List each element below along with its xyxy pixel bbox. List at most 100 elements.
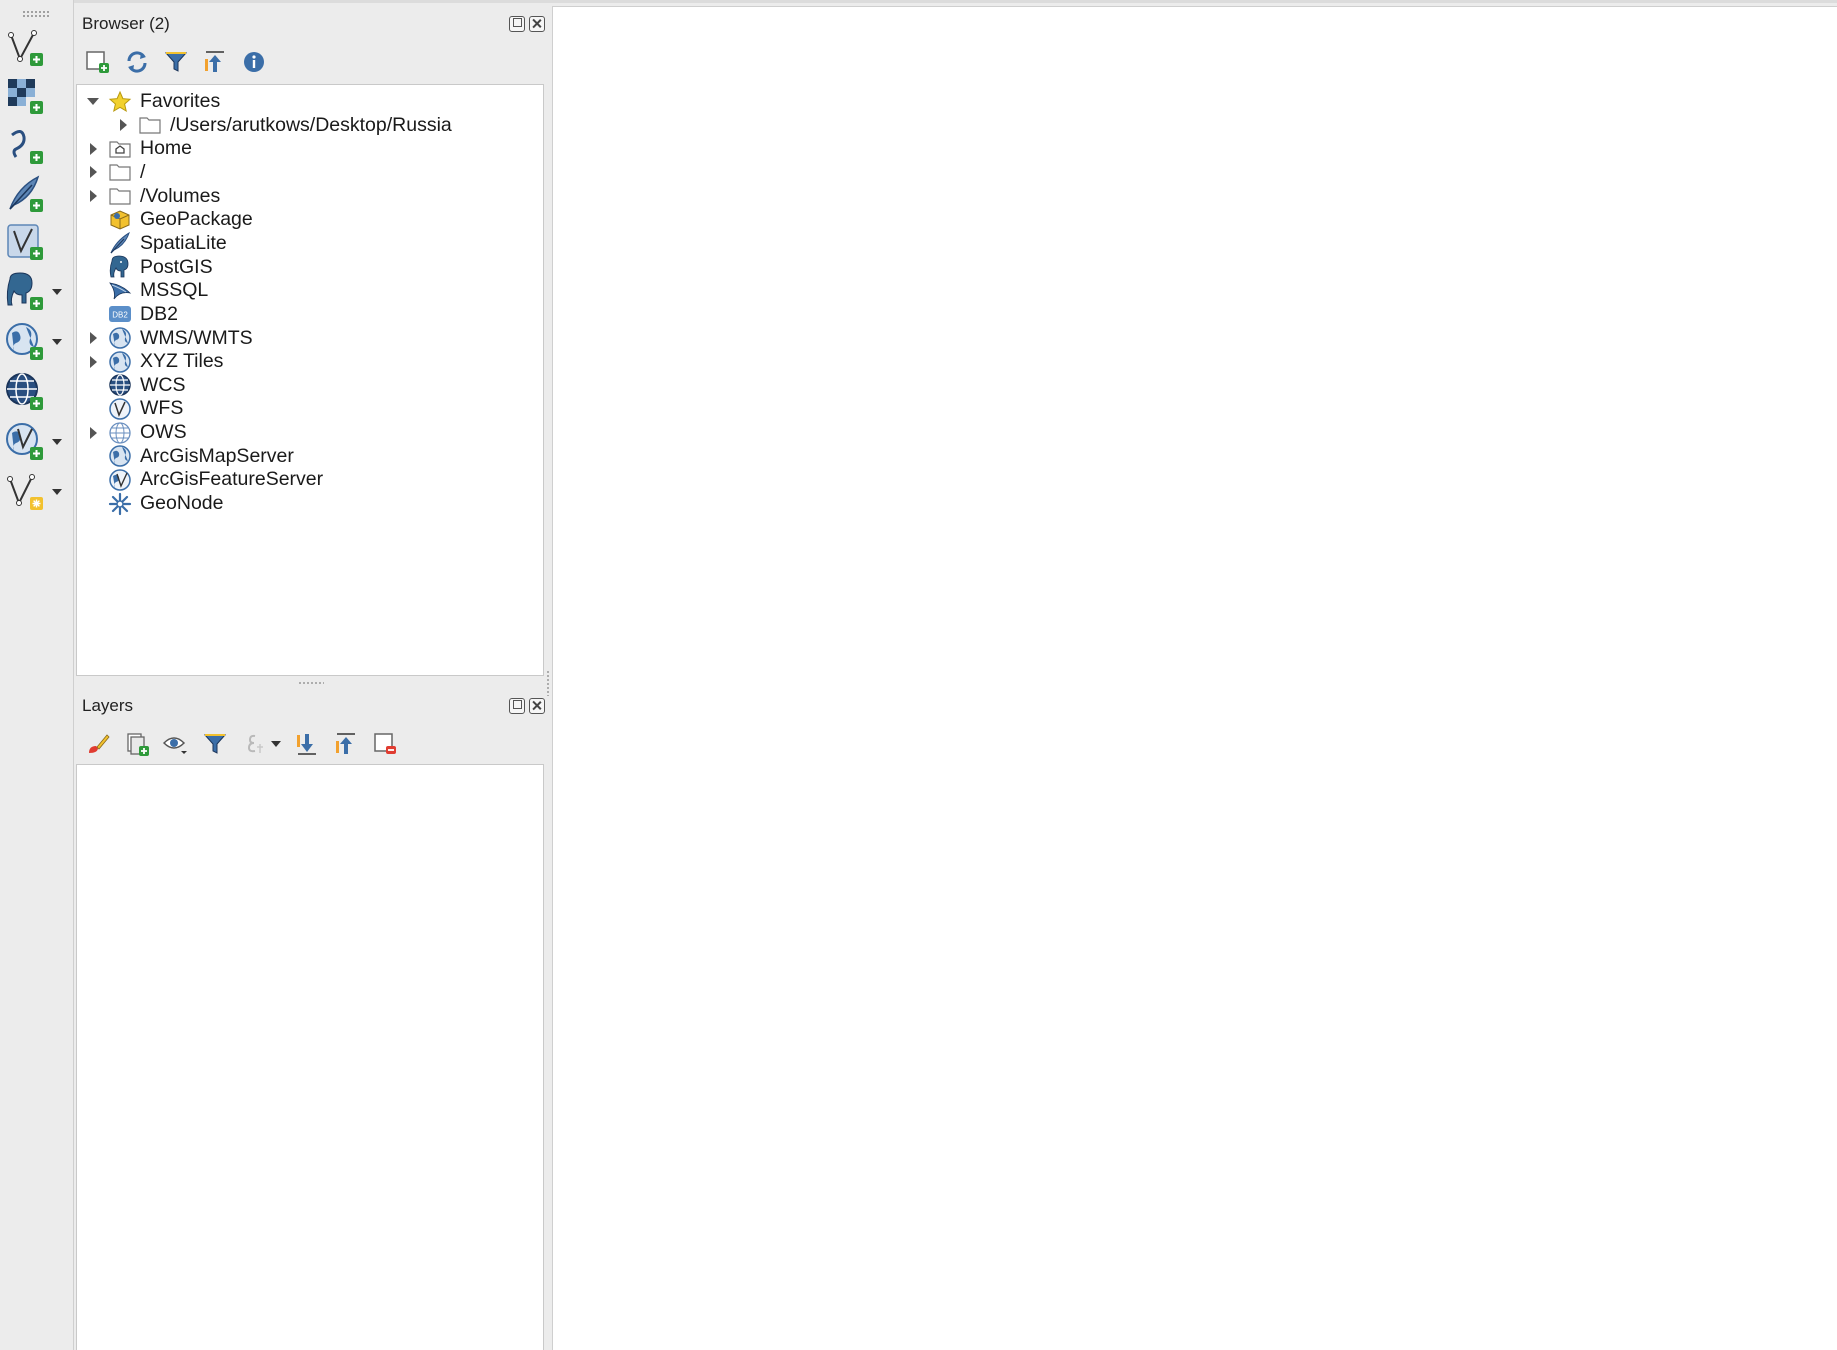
mssql-icon <box>107 278 133 304</box>
geopackage-icon <box>107 207 133 233</box>
panel-splitter-grip[interactable] <box>298 681 324 685</box>
wms-globe-icon <box>107 325 133 351</box>
add-vector-layer-icon <box>8 30 43 66</box>
tree-item-label: XYZ Tiles <box>140 350 224 373</box>
wfs-globe-icon <box>107 396 133 422</box>
tree-item-label: /Volumes <box>140 184 221 207</box>
browser-panel-controls <box>509 16 545 32</box>
add-wfs-layer-icon <box>6 423 43 460</box>
properties-info-icon <box>244 52 264 72</box>
tree-item-label: OWS <box>140 421 187 444</box>
manage-visibility-button[interactable] <box>161 729 191 759</box>
temporary-layer-dropdown-arrow[interactable] <box>52 489 62 495</box>
browser-panel-title: Browser (2) <box>82 14 170 33</box>
filter-expression-button[interactable] <box>239 729 283 759</box>
layers-panel: Layers <box>75 686 545 1350</box>
layers-float-button[interactable] <box>509 698 525 714</box>
tree-item-label: /Users/arutkows/Desktop/Russia <box>170 113 452 136</box>
toolbar-grip[interactable] <box>22 10 50 18</box>
expand-all-icon <box>297 734 316 755</box>
xyz-globe-icon <box>107 349 133 375</box>
tree-item-label: WCS <box>140 373 186 396</box>
add-raster-layer-icon <box>8 79 43 114</box>
tree-item-geonode[interactable]: GeoNode <box>83 490 223 517</box>
ows-globe-icon <box>107 420 133 446</box>
tree-item-label: SpatiaLite <box>140 231 227 254</box>
tree-item-label: DB2 <box>140 302 178 325</box>
spatialite-feather-icon <box>107 230 133 256</box>
tree-item-label: MSSQL <box>140 279 209 302</box>
tree-expander-down-icon[interactable] <box>83 88 103 115</box>
layers-panel-title: Layers <box>82 696 134 715</box>
add-delimited-text-layer-button[interactable] <box>4 124 70 168</box>
manage-visibility-icon <box>163 737 187 754</box>
style-manager-button[interactable] <box>83 729 113 759</box>
folder-icon <box>107 159 133 185</box>
star-icon <box>107 89 133 115</box>
collapse-all-icon <box>336 733 355 754</box>
add-selected-layers-button[interactable] <box>83 47 113 77</box>
folder-icon <box>107 183 133 209</box>
add-vector-layer-button[interactable] <box>4 26 70 70</box>
filter-button[interactable] <box>161 47 191 77</box>
add-group-button[interactable] <box>122 729 152 759</box>
map-canvas[interactable] <box>552 6 1837 1350</box>
tree-item-label: WFS <box>140 397 184 420</box>
remove-layer-icon <box>374 733 396 754</box>
add-spatialite-layer-icon <box>9 175 43 212</box>
arcgis-feature-globe-icon <box>107 467 133 493</box>
layers-panel-controls <box>509 698 545 714</box>
window-top-edge <box>0 0 1837 3</box>
arcgis-map-globe-icon <box>107 443 133 469</box>
filter-legend-button[interactable] <box>200 729 230 759</box>
layers-tree[interactable] <box>76 764 544 1350</box>
properties-info-button[interactable] <box>239 47 269 77</box>
tree-item-label: Favorites <box>140 90 221 112</box>
filter-expression-dropdown-arrow[interactable] <box>271 741 281 747</box>
add-delimited-text-layer-icon <box>11 130 43 164</box>
tree-item-label: / <box>140 160 146 183</box>
add-wfs-layer-button[interactable] <box>4 420 70 464</box>
add-wcs-layer-button[interactable] <box>4 370 70 414</box>
add-wcs-layer-icon <box>6 373 43 410</box>
collapse-all-button[interactable] <box>200 47 230 77</box>
refresh-icon <box>127 51 147 73</box>
browser-close-button[interactable] <box>529 16 545 32</box>
postgis-dropdown-arrow[interactable] <box>52 289 62 295</box>
add-wms-layer-icon <box>6 323 43 360</box>
new-temporary-layer-button[interactable] <box>4 470 70 514</box>
expand-all-button[interactable] <box>292 729 322 759</box>
tree-item-label: PostGIS <box>140 255 213 278</box>
layers-close-button[interactable] <box>529 698 545 714</box>
filter-legend-icon <box>203 734 227 754</box>
tree-item-label: Home <box>140 137 193 160</box>
add-virtual-layer-button[interactable] <box>4 220 70 264</box>
data-source-toolbar <box>0 0 74 1350</box>
filter-icon <box>164 52 188 72</box>
refresh-button[interactable] <box>122 47 152 77</box>
home-folder-icon <box>107 136 133 162</box>
geonode-icon <box>107 491 133 517</box>
collapse-all-icon <box>205 51 224 72</box>
wfs-dropdown-arrow[interactable] <box>52 439 62 445</box>
wms-dropdown-arrow[interactable] <box>52 339 62 345</box>
layers-toolbar <box>83 726 400 762</box>
dock-map-splitter[interactable] <box>546 670 550 696</box>
add-group-icon <box>127 733 149 756</box>
tree-item-label: ArcGisMapServer <box>140 444 294 467</box>
add-raster-layer-button[interactable] <box>4 74 70 118</box>
add-postgis-layer-button[interactable] <box>4 270 70 314</box>
browser-panel: Browser (2) Favorites /Users/arutkows/De… <box>75 4 545 680</box>
svg-text:DB2: DB2 <box>112 311 128 320</box>
add-spatialite-layer-button[interactable] <box>4 172 70 216</box>
browser-float-button[interactable] <box>509 16 525 32</box>
style-manager-icon <box>89 734 110 753</box>
browser-toolbar <box>83 44 269 80</box>
collapse-all-layers-button[interactable] <box>331 729 361 759</box>
browser-tree[interactable]: Favorites/Users/arutkows/Desktop/Russia H… <box>76 84 544 676</box>
qgis-window: Browser (2) Favorites /Users/arutkows/De… <box>0 0 1837 1350</box>
add-wms-layer-button[interactable] <box>4 320 70 364</box>
tree-item-label: GeoNode <box>140 492 224 515</box>
remove-layer-button[interactable] <box>370 729 400 759</box>
